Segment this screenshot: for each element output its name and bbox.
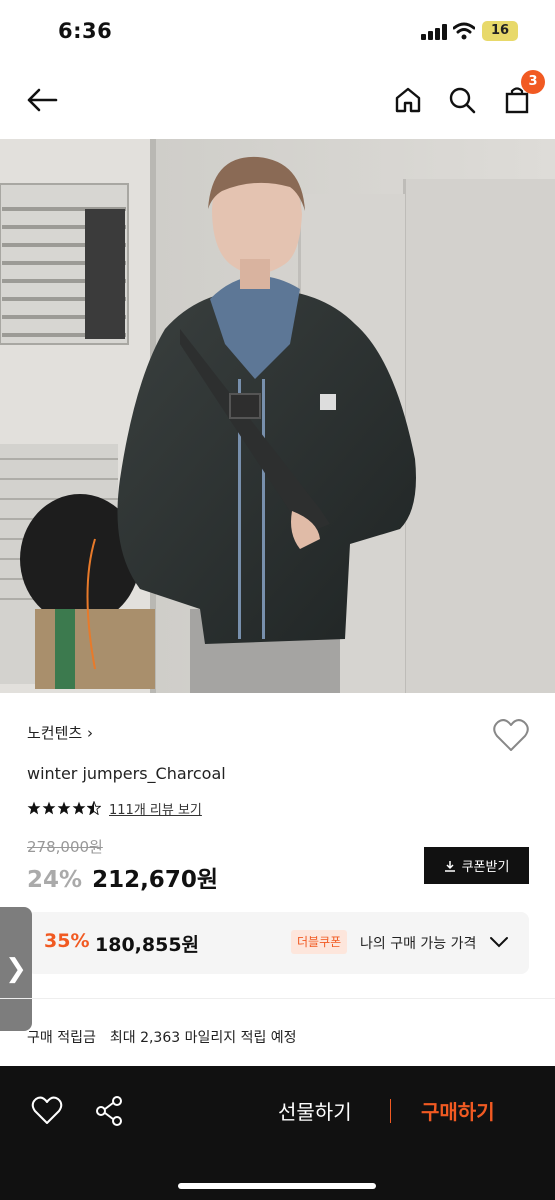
status-bar: 6:36 16 xyxy=(0,0,555,62)
points-row: 구매 적립금 최대 2,363 마일리지 적립 예정 xyxy=(27,1027,297,1047)
star-half-icon xyxy=(87,801,101,815)
home-icon xyxy=(395,87,421,113)
home-indicator xyxy=(178,1183,376,1189)
chevron-right-icon: › xyxy=(86,724,93,742)
original-price: 278,000원 xyxy=(27,838,103,856)
points-label: 구매 적립금 xyxy=(27,1030,96,1046)
double-coupon-box[interactable]: 35% 180,855원 더블쿠폰 나의 구매 가능 가격 xyxy=(27,912,529,974)
gift-button[interactable]: 선물하기 xyxy=(278,1096,352,1125)
star-icon xyxy=(57,801,71,815)
buy-button[interactable]: 구매하기 xyxy=(421,1096,495,1125)
coupon-button[interactable]: 쿠폰받기 xyxy=(424,847,529,884)
side-drawer-tab[interactable]: ❯ xyxy=(0,907,32,1031)
cart-count-badge: 3 xyxy=(521,70,545,94)
heart-icon xyxy=(493,719,529,751)
double-coupon-badge: 더블쿠폰 xyxy=(291,930,348,954)
battery-indicator: 16 xyxy=(482,21,518,41)
rating-row: 111개 리뷰 보기 xyxy=(27,798,202,818)
double-coupon-price: 180,855원 xyxy=(95,934,200,956)
heart-icon[interactable] xyxy=(31,1096,63,1126)
wifi-icon xyxy=(453,22,475,40)
download-icon xyxy=(444,860,455,872)
star-rating xyxy=(27,801,101,815)
brand-link[interactable]: 노컨텐츠 › xyxy=(27,722,93,743)
top-navigation: 3 xyxy=(0,62,555,138)
brand-name: 노컨텐츠 xyxy=(27,724,83,742)
divider xyxy=(390,1099,391,1123)
double-discount-rate: 35% xyxy=(44,930,90,952)
chevron-down-icon xyxy=(490,937,508,948)
status-time: 6:36 xyxy=(58,19,113,43)
bottom-action-bar: 선물하기 구매하기 xyxy=(0,1066,555,1200)
wishlist-button[interactable] xyxy=(492,718,530,754)
arrow-left-icon xyxy=(27,88,58,112)
product-image[interactable] xyxy=(0,139,555,693)
share-icon[interactable] xyxy=(95,1095,125,1127)
cart-button[interactable]: 3 xyxy=(497,70,545,122)
review-link[interactable]: 111개 리뷰 보기 xyxy=(109,799,202,818)
star-icon xyxy=(27,801,41,815)
back-button[interactable] xyxy=(22,78,62,122)
price-row: 24% 212,670원 xyxy=(27,860,218,894)
sale-price: 212,670원 xyxy=(92,867,218,893)
available-price-label: 나의 구매 가능 가격 xyxy=(360,936,477,952)
points-value: 최대 2,363 마일리지 적립 예정 xyxy=(109,1030,297,1046)
signal-icon xyxy=(421,24,447,40)
discount-rate: 24% xyxy=(27,867,83,893)
search-icon xyxy=(449,87,476,114)
coupon-button-label: 쿠폰받기 xyxy=(461,860,510,875)
star-icon xyxy=(72,801,86,815)
product-photo xyxy=(0,139,555,693)
search-button[interactable] xyxy=(442,78,482,122)
home-button[interactable] xyxy=(388,78,428,122)
divider xyxy=(0,998,555,999)
product-name: winter jumpers_Charcoal xyxy=(27,764,226,783)
star-icon xyxy=(42,801,56,815)
